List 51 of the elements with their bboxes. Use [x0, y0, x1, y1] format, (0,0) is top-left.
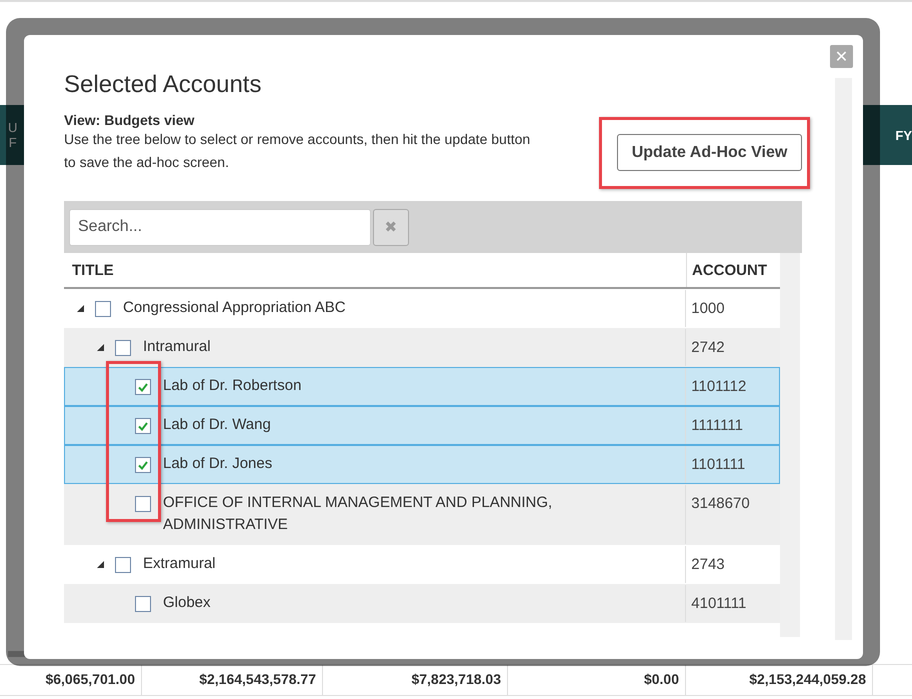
total-cell: $2,153,244,059.28	[686, 665, 873, 695]
tree-node-label: Extramural	[143, 554, 217, 574]
update-view-button[interactable]: Update Ad-Hoc View	[617, 134, 802, 171]
account-cell: 1000	[685, 290, 779, 327]
tree-row[interactable]: Lab of Dr. Jones 1101111	[64, 445, 780, 484]
account-cell: 2742	[685, 329, 779, 366]
collapse-arrow-icon[interactable]	[77, 305, 84, 312]
total-cell: $6,065,701.00	[0, 665, 142, 695]
tree-node-label: Lab of Dr. Jones	[163, 454, 274, 474]
total-cell: $7,823,718.03	[323, 665, 508, 695]
tree-node-label: Intramural	[143, 337, 212, 357]
collapse-arrow-icon[interactable]	[97, 561, 104, 568]
total-cell: $0.00	[508, 665, 686, 695]
checkbox[interactable]	[115, 340, 131, 356]
total-cell: $2,164,543,578.77	[142, 665, 323, 695]
tree-node-label: Globex	[163, 593, 212, 613]
account-cell: 4101111	[685, 585, 779, 622]
tree-row[interactable]: Intramural 2742	[64, 328, 780, 367]
checkbox[interactable]	[95, 301, 111, 317]
account-cell: 1111111	[685, 407, 779, 444]
tree-row[interactable]: Lab of Dr. Robertson 1101112	[64, 367, 780, 406]
tree-row[interactable]: Globex 4101111	[64, 584, 780, 623]
check-icon	[138, 422, 148, 430]
check-icon	[138, 382, 148, 392]
column-header: U	[8, 120, 18, 135]
collapse-arrow-icon[interactable]	[97, 344, 104, 351]
column-header[interactable]: TITLE	[64, 253, 686, 287]
tree-node-label: Lab of Dr. Robertson	[163, 376, 302, 396]
checkbox[interactable]	[135, 418, 151, 434]
tree-node-label: OFFICE OF INTERNAL MANAGEMENT AND PLANNING, ADMINISTRATIVE	[163, 493, 554, 535]
tree-row[interactable]: OFFICE OF INTERNAL MANAGEMENT AND PLANNING, ADMINISTRATIVE 3148670	[64, 484, 780, 545]
checkbox[interactable]	[115, 557, 131, 573]
account-cell: 1101111	[685, 446, 779, 483]
tree-node-label: Congressional Appropriation ABC	[123, 298, 347, 318]
tree-scrollbar[interactable]	[780, 253, 800, 637]
checkbox[interactable]	[135, 596, 151, 612]
account-cell: 1101112	[685, 368, 779, 405]
column-header: F	[8, 135, 17, 150]
column-header: FY	[895, 128, 912, 142]
view-label: View: Budgets view	[64, 112, 196, 128]
account-cell: 2743	[685, 546, 779, 583]
search-field[interactable]: Search...	[69, 208, 371, 246]
checkbox[interactable]	[135, 457, 151, 473]
dialog-title: Selected Accounts	[64, 71, 262, 99]
account-cell: 3148670	[685, 485, 779, 544]
instructions-text: Use the tree below to select or remove accounts, then hit the update button to save the ad-hoc screen.	[64, 130, 532, 172]
check-icon	[138, 460, 148, 470]
checkbox[interactable]	[135, 496, 151, 512]
checkbox[interactable]	[135, 379, 151, 395]
tree-row[interactable]: Lab of Dr. Wang 1111111	[64, 406, 780, 445]
tree-node-label: Lab of Dr. Wang	[163, 415, 272, 435]
